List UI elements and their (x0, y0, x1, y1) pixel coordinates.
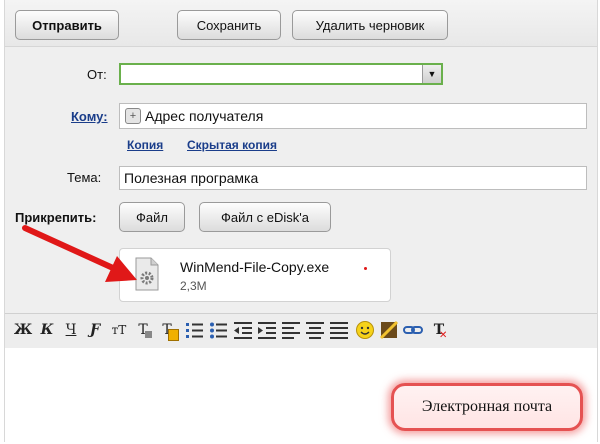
caption-text: Электронная почта (421, 398, 553, 415)
subject-label: Тема: (67, 170, 102, 185)
text-color-button[interactable]: Т (133, 319, 153, 341)
send-button[interactable]: Отправить (15, 10, 119, 40)
italic-button[interactable]: К (37, 319, 57, 341)
from-label: От: (87, 67, 107, 82)
clear-format-button[interactable]: T ✕ (429, 319, 449, 341)
delete-draft-button[interactable]: Удалить черновик (292, 10, 448, 40)
red-arrow-annotation (22, 225, 137, 282)
underline-button[interactable]: Ч (61, 319, 81, 341)
to-label-link[interactable]: Кому: (71, 109, 108, 124)
smiley-icon[interactable] (355, 319, 375, 341)
attachment-card[interactable]: WinMend-File-Copy.exe 2,3M (119, 248, 391, 302)
caption-badge: Электронная почта (391, 383, 583, 431)
cc-link[interactable]: Копия (127, 138, 163, 152)
insert-image-icon[interactable] (379, 319, 399, 341)
insert-link-icon[interactable] (403, 319, 423, 341)
subject-value: Полезная програмка (124, 170, 259, 186)
chevron-down-icon[interactable]: ▼ (422, 65, 441, 83)
add-contact-icon[interactable]: + (125, 108, 141, 124)
align-center-icon[interactable] (305, 319, 325, 341)
attachment-size: 2,3M (180, 279, 207, 293)
subject-input[interactable]: Полезная програмка (119, 166, 587, 190)
numbered-list-icon[interactable] (185, 319, 205, 341)
to-placeholder: Адрес получателя (145, 108, 264, 124)
editor-toolbar: Ж К Ч Ƒ тТ Т Т T ✕ (5, 313, 597, 349)
mail-compose-window: Отправить Сохранить Удалить черновик От:… (4, 0, 598, 442)
action-bar: Отправить Сохранить Удалить черновик (5, 0, 597, 47)
align-left-icon[interactable] (281, 319, 301, 341)
bulleted-list-icon[interactable] (209, 319, 229, 341)
align-justify-icon[interactable] (329, 319, 349, 341)
bcc-link[interactable]: Скрытая копия (187, 138, 277, 152)
save-button[interactable]: Сохранить (177, 10, 281, 40)
bold-button[interactable]: Ж (13, 319, 33, 341)
outdent-icon[interactable] (233, 319, 253, 341)
edisk-button[interactable]: Файл с eDisk'а (199, 202, 331, 232)
remove-dot-icon[interactable] (364, 267, 367, 270)
from-select[interactable]: ▼ (119, 63, 443, 85)
to-field[interactable]: + Адрес получателя (119, 103, 587, 129)
font-size-button[interactable]: тТ (109, 319, 129, 341)
background-color-button[interactable]: Т (157, 319, 179, 341)
attachment-name: WinMend-File-Copy.exe (180, 259, 330, 275)
font-button[interactable]: Ƒ (85, 319, 105, 341)
indent-icon[interactable] (257, 319, 277, 341)
